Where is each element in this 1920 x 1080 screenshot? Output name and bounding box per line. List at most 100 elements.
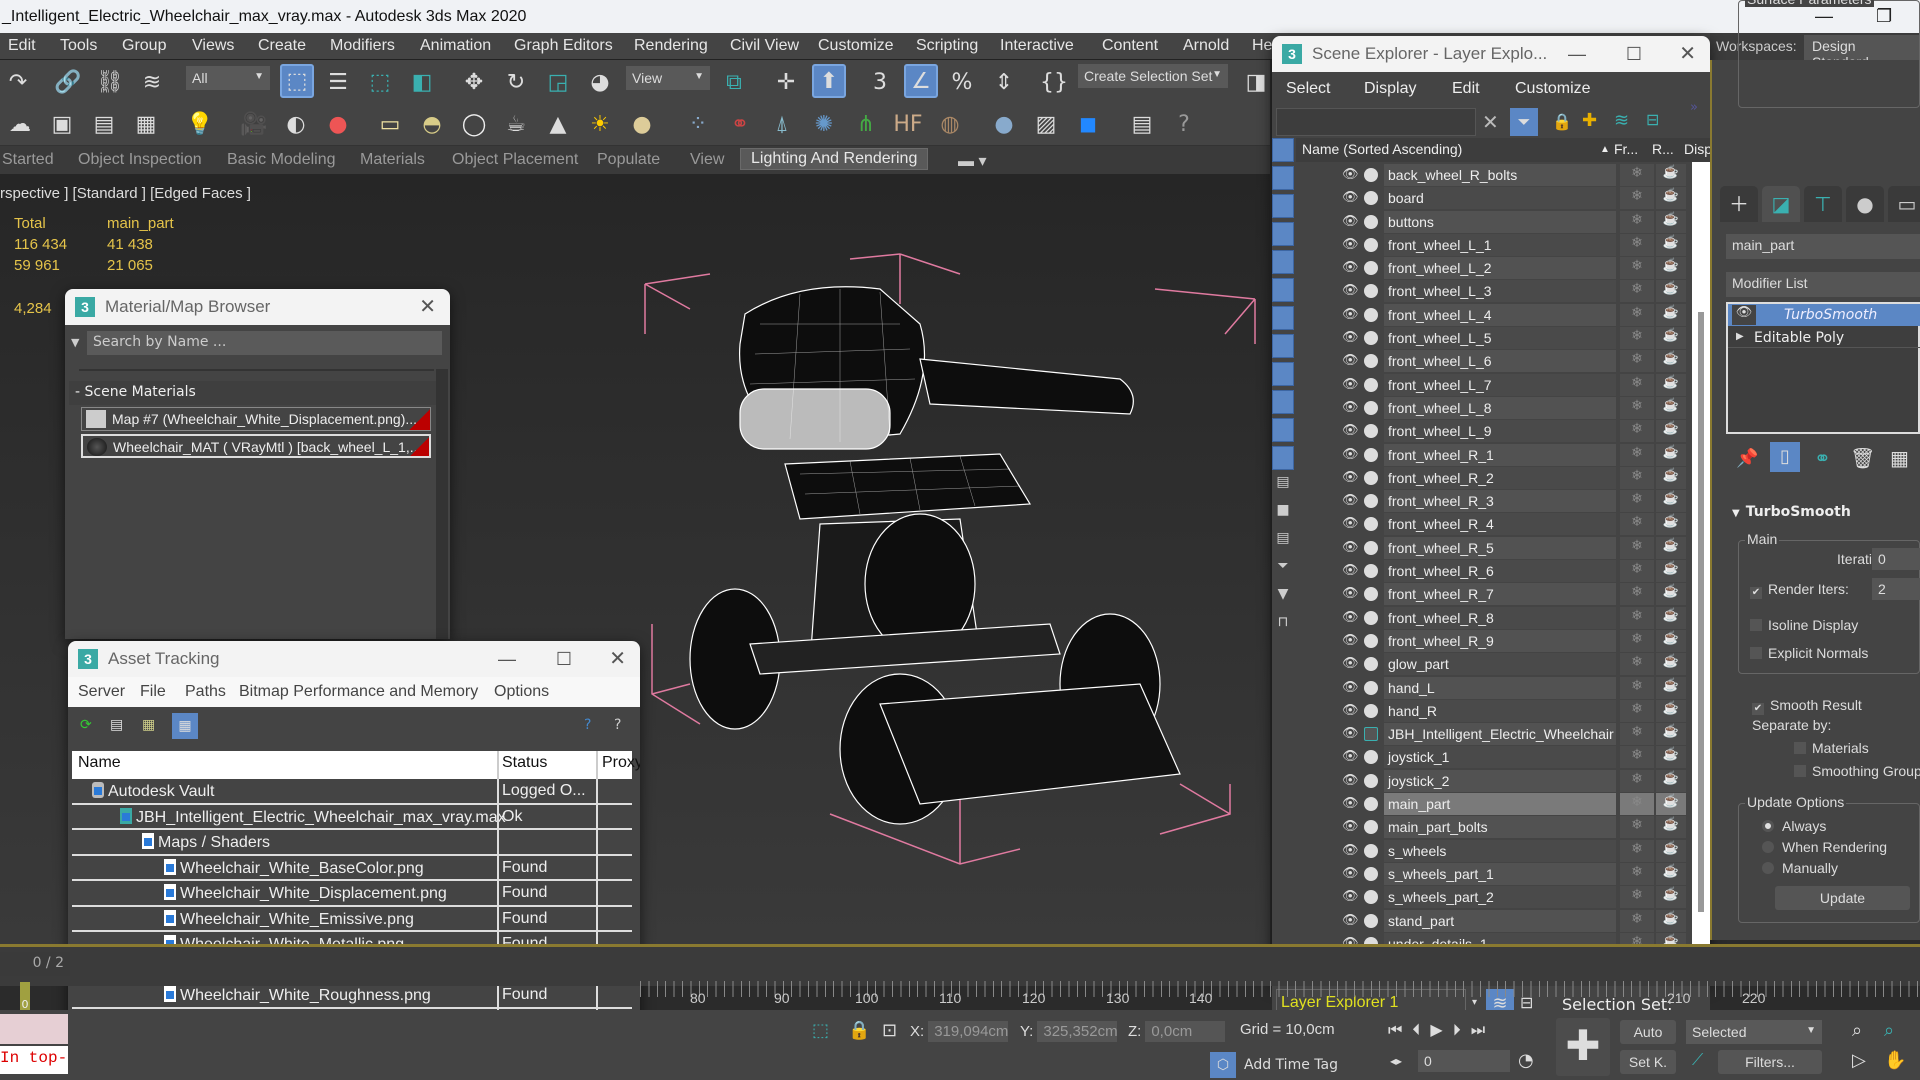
mesh-light-icon[interactable]: ☕ (500, 108, 532, 140)
frozen-filter-icon[interactable] (1272, 418, 1294, 442)
eye-icon[interactable]: 👁 (1342, 585, 1359, 601)
menu-civil-view[interactable]: Civil View (730, 37, 799, 55)
cloud-icon[interactable]: ☁ (4, 108, 36, 140)
freeze-icon[interactable]: ❄ (1620, 420, 1654, 443)
timeline[interactable] (0, 944, 1920, 997)
tab-object-placement[interactable]: Object Placement (452, 151, 578, 169)
hierarchy-icon[interactable]: ⊟ (1646, 110, 1659, 129)
teapot-render-icon[interactable]: ☕ (1656, 816, 1686, 839)
search-options-icon[interactable]: ▼ (71, 336, 79, 349)
invert-display-icon[interactable]: ▤ (1272, 530, 1294, 554)
menu-paths[interactable]: Paths (185, 683, 226, 701)
eye-icon[interactable]: 👁 (1342, 748, 1359, 764)
eye-icon[interactable]: 👁 (1342, 259, 1359, 275)
materials-checkbox[interactable]: Materials (1794, 740, 1869, 756)
scene-object-row[interactable]: 👁 joystick_1 ❄ ☕ (1332, 746, 1686, 769)
vray-camera-icon[interactable]: ● (322, 108, 354, 140)
teapot-render-icon[interactable]: ☕ (1656, 257, 1686, 280)
auto-key-button[interactable]: Auto (1620, 1020, 1676, 1044)
teapot-render-icon[interactable]: ☕ (1656, 746, 1686, 769)
scene-object-row[interactable]: 👁 front_wheel_L_9 ❄ ☕ (1332, 420, 1686, 443)
freeze-icon[interactable]: ❄ (1620, 233, 1654, 256)
update-manually-radio[interactable]: Manually (1762, 860, 1838, 876)
menu-modifiers[interactable]: Modifiers (330, 37, 395, 55)
menu-edit[interactable]: Edit (8, 37, 36, 55)
teapot-render-icon[interactable]: ☕ (1656, 373, 1686, 396)
go-to-start-icon[interactable]: ⏮ (1388, 1020, 1412, 1039)
scene-materials-header[interactable]: - Scene Materials (69, 381, 439, 405)
scene-object-row[interactable]: 👁 front_wheel_R_3 ❄ ☕ (1332, 490, 1686, 513)
render-iters-checkbox[interactable]: ✔ Render Iters: (1750, 581, 1849, 599)
maxscript-listener[interactable]: In top-l (0, 1046, 68, 1074)
set-key-button[interactable]: Set K. (1620, 1050, 1676, 1074)
eye-icon[interactable]: 👁 (1342, 562, 1359, 578)
freeze-icon[interactable]: ❄ (1620, 606, 1654, 629)
instancer-icon[interactable]: ⚭ (724, 108, 756, 140)
column-frozen[interactable]: Fr... (1614, 141, 1638, 157)
menu-arnold[interactable]: Arnold (1183, 37, 1229, 55)
object-name-field[interactable]: main_part (1726, 234, 1920, 259)
scene-explorer-icon[interactable]: ▤ (88, 108, 120, 140)
update-button[interactable]: Update (1775, 886, 1910, 910)
iterations-spinner[interactable]: 0 (1872, 548, 1920, 570)
pan-view-icon[interactable]: ✋ (1884, 1050, 1906, 1071)
zoom-icon[interactable]: ⌕ (1852, 1020, 1862, 1041)
maximize-icon[interactable]: ☐ (556, 641, 572, 677)
column-renderable[interactable]: R... (1652, 141, 1674, 157)
freeze-icon[interactable]: ❄ (1620, 886, 1654, 909)
render-region-icon[interactable]: ◼ (1072, 108, 1104, 140)
scene-object-row[interactable]: 👁 front_wheel_R_9 ❄ ☕ (1332, 629, 1686, 653)
scene-object-row[interactable]: 👁 front_wheel_R_4 ❄ ☕ (1332, 513, 1686, 536)
turbosmooth-rollout-header[interactable]: ▼ TurboSmooth (1732, 504, 1851, 520)
explicit-normals-checkbox[interactable]: Explicit Normals (1750, 645, 1868, 661)
expand-arrow-icon[interactable]: ▶ (1736, 331, 1744, 342)
window-crossing-icon[interactable]: ◧ (406, 66, 438, 98)
scene-object-row[interactable]: 👁 front_wheel_L_1 ❄ ☕ (1332, 233, 1686, 257)
modifier-list-dropdown[interactable]: Modifier List (1726, 272, 1920, 297)
column-status[interactable]: Status (502, 754, 547, 772)
minimize-icon[interactable]: — (1568, 36, 1586, 72)
lock-icon[interactable]: 🔒 (1552, 112, 1572, 131)
teapot-render-icon[interactable]: ☕ (1656, 793, 1686, 816)
teapot-render-icon[interactable]: ☕ (1656, 210, 1686, 233)
scene-object-row[interactable]: 👁 front_wheel_R_7 ❄ ☕ (1332, 583, 1686, 606)
camera-icon[interactable]: 🎥 (238, 108, 270, 140)
scene-object-row[interactable]: 👁 stand_part ❄ ☕ (1332, 909, 1686, 933)
menu-customize[interactable]: Customize (1515, 80, 1591, 98)
zoom-all-icon[interactable]: ⌕ (1884, 1020, 1894, 1041)
previous-frame-icon[interactable]: ⏴ (1412, 1020, 1430, 1039)
eye-icon[interactable]: 👁 (1342, 865, 1359, 881)
scene-search-input[interactable] (1276, 108, 1476, 136)
select-object-icon[interactable]: ⬚ (280, 64, 314, 98)
teapot-render-icon[interactable]: ☕ (1656, 327, 1686, 350)
shapes-filter-icon[interactable] (1272, 166, 1294, 190)
eye-icon[interactable]: 👁 (1342, 725, 1359, 741)
spot-light-icon[interactable]: ▲ (542, 108, 574, 140)
light-lister-icon[interactable]: 💡 (184, 108, 216, 140)
freeze-icon[interactable]: ❄ (1620, 769, 1654, 792)
scene-vertical-scrollbar[interactable] (1692, 162, 1710, 984)
scene-object-row[interactable]: 👁 front_wheel_L_5 ❄ ☕ (1332, 327, 1686, 350)
scene-object-row[interactable]: 👁 glow_part ❄ ☕ (1332, 653, 1686, 676)
selection-lock-icon[interactable]: 🔒 (848, 1020, 870, 1041)
render-output-icon[interactable]: ▤ (1126, 108, 1158, 140)
teapot-render-icon[interactable]: ☕ (1656, 886, 1686, 909)
eye-icon[interactable]: 👁 (1342, 888, 1359, 904)
selection-filter-icon[interactable]: ▼ (1272, 586, 1294, 610)
tree-view-icon[interactable]: ▦ (142, 717, 155, 733)
freeze-icon[interactable]: ❄ (1620, 210, 1654, 233)
teapot-render-icon[interactable]: ☕ (1656, 699, 1686, 722)
spacewarps-filter-icon[interactable] (1272, 278, 1294, 302)
cameras-filter-icon[interactable] (1272, 222, 1294, 246)
scene-object-row[interactable]: 👁 main_part_bolts ❄ ☕ (1332, 816, 1686, 839)
eye-icon[interactable]: 👁 (1342, 189, 1359, 205)
teapot-render-icon[interactable]: ☕ (1656, 769, 1686, 792)
filter-icon[interactable]: ⏷ (1510, 108, 1538, 136)
display-all-icon[interactable]: ▤ (1272, 474, 1294, 498)
scene-object-row[interactable]: 👁 board ❄ ☕ (1332, 187, 1686, 210)
asset-row[interactable]: Wheelchair_White_Emissive.png Found (72, 906, 632, 932)
scene-object-row[interactable]: 👁 front_wheel_L_3 ❄ ☕ (1332, 280, 1686, 303)
freeze-icon[interactable]: ❄ (1620, 513, 1654, 536)
isolate-selection-icon[interactable]: ⬚ (812, 1020, 829, 1041)
teapot-render-icon[interactable]: ☕ (1656, 909, 1686, 932)
